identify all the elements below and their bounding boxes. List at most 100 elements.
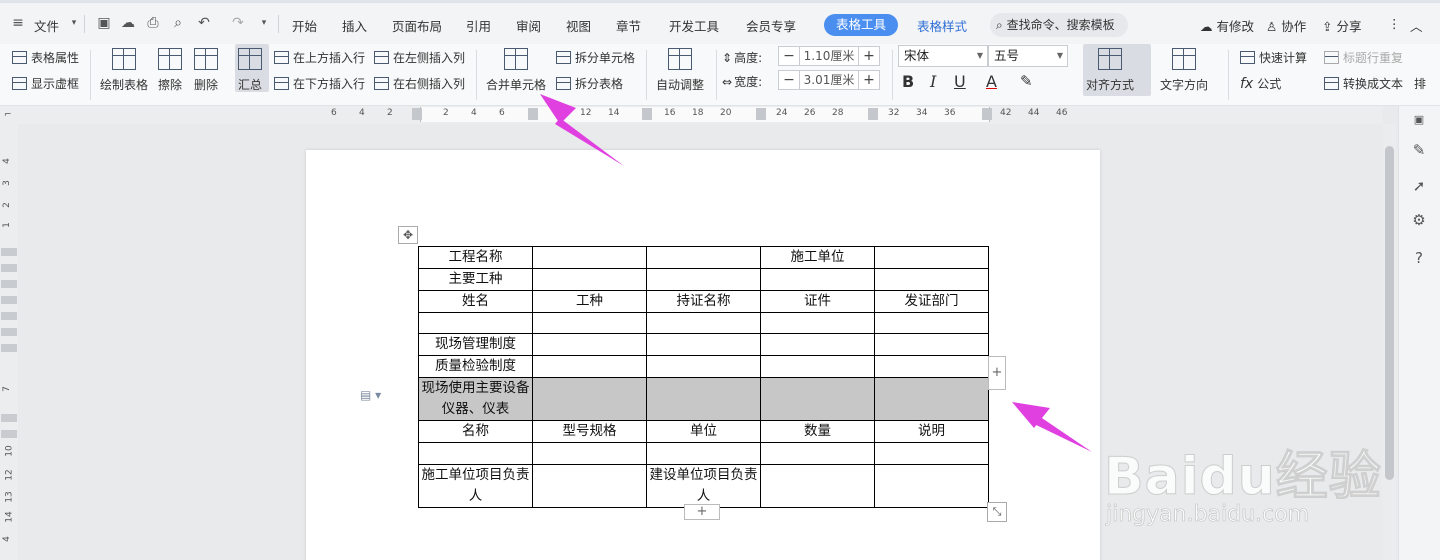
tab-page-layout[interactable]: 页面布局 bbox=[392, 16, 442, 35]
show-gridlines-button[interactable]: 显示虚框 bbox=[12, 75, 79, 92]
font-color-icon[interactable]: A bbox=[986, 72, 997, 91]
formula-button[interactable]: fx 公式 bbox=[1240, 75, 1281, 92]
tab-table-tools[interactable]: 表格工具 bbox=[824, 14, 898, 36]
table-cell[interactable] bbox=[874, 377, 989, 422]
erase-button[interactable]: 擦除 bbox=[158, 48, 182, 93]
menu-icon[interactable]: ≡ bbox=[8, 13, 28, 33]
table-cell[interactable]: 型号规格 bbox=[532, 420, 647, 444]
split-cells-button[interactable]: 拆分单元格 bbox=[556, 49, 635, 66]
undo-icon[interactable]: ↶ bbox=[194, 13, 214, 33]
chevron-down-icon[interactable]: ▾ bbox=[64, 13, 84, 33]
paragraph-menu-icon[interactable]: ▤ ▾ bbox=[360, 388, 381, 402]
ruler-marker[interactable] bbox=[868, 108, 878, 120]
table-cell[interactable]: 发证部门 bbox=[874, 290, 989, 313]
table-cell[interactable] bbox=[532, 442, 647, 465]
table-cell[interactable]: 名称 bbox=[418, 420, 533, 444]
table-row[interactable]: 施工单位项目负责人 建设单位项目负责人 bbox=[418, 463, 989, 508]
table-cell[interactable] bbox=[418, 311, 533, 335]
width-value[interactable]: 3.01厘米 bbox=[799, 71, 859, 89]
table-cell[interactable] bbox=[874, 442, 989, 465]
add-column-button[interactable]: + bbox=[988, 356, 1006, 390]
underline-icon[interactable]: U bbox=[954, 72, 966, 91]
table-cell[interactable] bbox=[760, 311, 875, 335]
document-table[interactable]: 工程名称 施工单位 主要工种 姓名 工种 持证名称 证件 发证部门 现场管理制度 质量检验制度 现场… bbox=[418, 246, 989, 508]
repeat-header-button[interactable]: 标题行重复 bbox=[1324, 49, 1403, 66]
edit-icon[interactable]: ✎ bbox=[1409, 140, 1429, 160]
table-cell[interactable]: 主要工种 bbox=[418, 268, 533, 291]
table-cell[interactable]: 现场使用主要设备仪器、仪表 bbox=[418, 377, 533, 422]
italic-icon[interactable]: I bbox=[930, 72, 936, 91]
help-icon[interactable]: ? bbox=[1409, 248, 1429, 268]
panel-toggle-icon[interactable]: ▣ bbox=[1409, 110, 1429, 130]
ruler-marker[interactable] bbox=[756, 108, 766, 120]
tab-member[interactable]: 会员专享 bbox=[746, 16, 796, 35]
table-cell[interactable] bbox=[646, 268, 761, 291]
table-cell[interactable] bbox=[760, 268, 875, 291]
table-cell[interactable]: 持证名称 bbox=[646, 290, 761, 313]
height-value[interactable]: 1.10厘米 bbox=[799, 47, 859, 65]
ruler-marker[interactable] bbox=[412, 108, 422, 120]
table-cell[interactable] bbox=[532, 311, 647, 335]
table-row[interactable]: 名称 型号规格 单位 数量 说明 bbox=[418, 420, 989, 444]
table-row[interactable]: 质量检验制度 bbox=[418, 355, 989, 379]
tab-insert[interactable]: 插入 bbox=[342, 16, 367, 35]
bold-icon[interactable]: B bbox=[902, 72, 914, 91]
print-preview-icon[interactable]: ⌕ bbox=[168, 13, 188, 33]
table-cell[interactable] bbox=[532, 268, 647, 291]
table-cell[interactable]: 建设单位项目负责人 bbox=[646, 463, 761, 508]
table-cell[interactable]: 单位 bbox=[646, 420, 761, 444]
table-cell[interactable]: 说明 bbox=[874, 420, 989, 444]
convert-text-button[interactable]: 转换成文本 bbox=[1324, 75, 1403, 92]
modified-status[interactable]: ☁ 有修改 bbox=[1200, 16, 1254, 35]
table-cell[interactable] bbox=[874, 355, 989, 379]
table-cell[interactable] bbox=[760, 463, 875, 508]
more-icon[interactable]: ⋮ bbox=[1388, 16, 1401, 31]
plus-icon[interactable]: + bbox=[859, 47, 879, 65]
table-cell[interactable]: 工程名称 bbox=[418, 246, 533, 269]
table-cell[interactable] bbox=[532, 333, 647, 357]
align-button[interactable]: 对齐方式 bbox=[1086, 48, 1134, 93]
overflow-button[interactable]: 排 bbox=[1414, 75, 1426, 92]
table-properties-button[interactable]: 表格属性 bbox=[12, 49, 79, 66]
table-cell[interactable] bbox=[646, 377, 761, 422]
tab-review[interactable]: 审阅 bbox=[516, 16, 541, 35]
table-cell[interactable] bbox=[646, 311, 761, 335]
redo-icon[interactable]: ↷ bbox=[228, 13, 248, 33]
ruler-marker[interactable] bbox=[982, 108, 992, 120]
table-cell[interactable]: 工种 bbox=[532, 290, 647, 313]
table-resize-icon[interactable]: ⤡ bbox=[987, 502, 1007, 522]
font-size-select[interactable]: 五号 ▼ bbox=[988, 45, 1068, 67]
quick-calc-button[interactable]: 快速计算 bbox=[1240, 49, 1307, 66]
table-cell[interactable]: 数量 bbox=[760, 420, 875, 444]
table-cell[interactable]: 质量检验制度 bbox=[418, 355, 533, 379]
table-cell[interactable] bbox=[532, 377, 647, 422]
minus-icon[interactable]: − bbox=[779, 71, 799, 89]
ruler-marker[interactable] bbox=[528, 108, 538, 120]
table-cell[interactable] bbox=[874, 311, 989, 335]
table-cell[interactable]: 施工单位项目负责人 bbox=[418, 463, 533, 508]
height-stepper[interactable]: − 1.10厘米 + bbox=[778, 46, 880, 66]
ruler-marker[interactable] bbox=[642, 108, 652, 120]
table-cell[interactable] bbox=[874, 246, 989, 269]
plus-icon[interactable]: + bbox=[859, 71, 879, 89]
table-row[interactable]: 主要工种 bbox=[418, 268, 989, 291]
table-row[interactable] bbox=[418, 442, 989, 465]
table-cell[interactable] bbox=[760, 377, 875, 422]
table-row[interactable]: 工程名称 施工单位 bbox=[418, 246, 989, 269]
table-cell[interactable] bbox=[760, 442, 875, 465]
delete-button[interactable]: 删除 bbox=[194, 48, 218, 93]
tab-home[interactable]: 开始 bbox=[292, 16, 317, 35]
table-cell[interactable] bbox=[532, 355, 647, 379]
save-icon[interactable]: ▣ bbox=[94, 13, 114, 33]
customize-icon[interactable]: ▾ bbox=[254, 13, 274, 33]
text-direction-button[interactable]: 文字方向 bbox=[1160, 48, 1208, 93]
search-box[interactable]: ⌕ 查找命令、搜索模板 bbox=[990, 13, 1128, 37]
table-cell[interactable] bbox=[874, 333, 989, 357]
table-row[interactable]: 现场使用主要设备仪器、仪表 bbox=[418, 377, 989, 422]
summary-button[interactable]: 汇总 bbox=[238, 48, 262, 93]
table-cell[interactable] bbox=[532, 463, 647, 508]
tab-view[interactable]: 视图 bbox=[566, 16, 591, 35]
add-row-button[interactable]: + bbox=[684, 504, 720, 520]
cursor-icon[interactable]: ➚ bbox=[1409, 176, 1429, 196]
table-cell[interactable] bbox=[646, 246, 761, 269]
